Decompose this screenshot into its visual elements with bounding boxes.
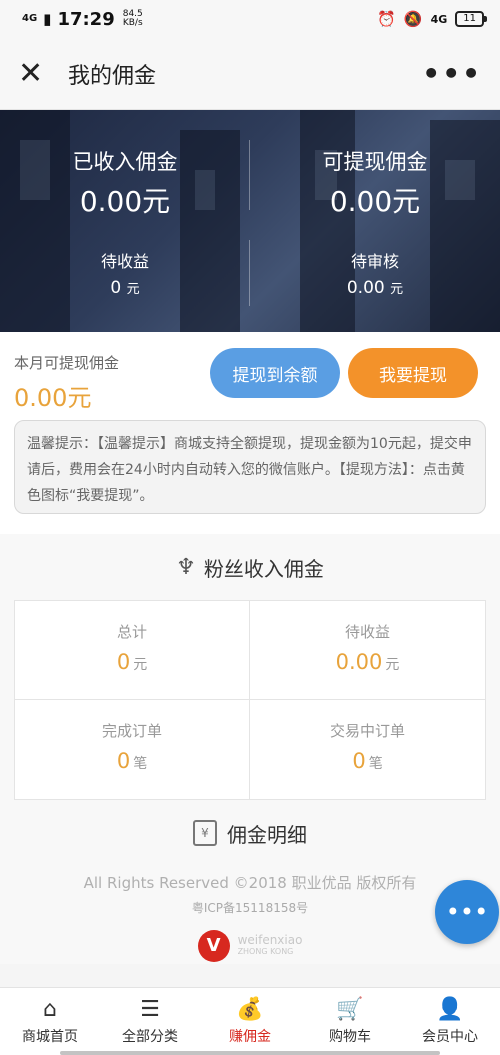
money-bag-icon: 💰 xyxy=(236,997,264,1022)
mute-icon: 🔕 xyxy=(403,10,423,28)
tab-earn-commission[interactable]: 💰 赚佣金 xyxy=(200,988,300,1055)
network-indicator: 4G xyxy=(22,13,38,24)
commission-summary-banner: 已收入佣金 0.00元 可提现佣金 0.00元 待收益 0 元 待审核 0.00… xyxy=(0,110,500,332)
fans-commission-section: ♆ 粉丝收入佣金 总计 0元 待收益 0.00 元 完成订单 0笔 交易中订单 0… xyxy=(0,534,500,964)
stat-label: 总计 xyxy=(116,623,147,641)
more-icon[interactable]: ••• xyxy=(422,57,482,90)
fans-section-title: 粉丝收入佣金 xyxy=(203,556,324,581)
page-title: 我的佣金 xyxy=(68,63,157,89)
stat-pending-income: 待收益 0.00 元 xyxy=(250,601,485,700)
withdraw-panel: 本月可提现佣金 0.00元 提现到余额 我要提现 xyxy=(0,332,500,420)
alarm-icon: ⏰ xyxy=(377,10,396,28)
list-icon: ☰ xyxy=(140,997,160,1022)
brand-v-icon: V xyxy=(197,930,230,962)
withdrawable-commission-label: 可提现佣金 xyxy=(322,150,428,174)
monthly-withdrawable-label: 本月可提现佣金 xyxy=(14,354,120,372)
battery-icon: 11 xyxy=(455,11,487,27)
pending-income-value: 0 元 xyxy=(110,278,140,298)
status-bar: 4G ▮ 17:29 84.5 KB/s ⏰ 🔕 4G 11 xyxy=(0,0,500,38)
fans-section-header: ♆ 粉丝收入佣金 xyxy=(0,534,500,600)
tab-label: 商城首页 xyxy=(22,1029,78,1045)
notice-container: 温馨提示：【温馨提示】商城支持全额提现，提现金额为10元起，提交申请后，费用会在… xyxy=(0,420,500,534)
tab-label: 购物车 xyxy=(329,1029,371,1045)
stat-value: 0元 xyxy=(116,650,148,674)
tab-home[interactable]: ⌂ 商城首页 xyxy=(0,988,100,1055)
tab-cart[interactable]: 🛒 购物车 xyxy=(300,988,400,1055)
home-icon: ⌂ xyxy=(43,997,57,1022)
commission-detail-link[interactable]: ¥ 佣金明细 xyxy=(0,800,500,866)
copyright-text: All Rights Reserved ©2018 职业优品 版权所有 xyxy=(83,874,417,892)
tab-label: 赚佣金 xyxy=(229,1029,271,1045)
cart-icon: 🛒 xyxy=(336,997,364,1022)
stat-total: 总计 0元 xyxy=(15,601,250,700)
tab-label: 会员中心 xyxy=(422,1029,478,1045)
pending-income-label: 待收益 xyxy=(100,252,149,271)
network-speed: 84.5 KB/s xyxy=(123,10,143,28)
brand-logo-text: weifenxiao ZHONG KONG xyxy=(237,933,303,956)
ledger-icon: ¥ xyxy=(193,820,217,846)
withdrawable-commission-value: 0.00元 xyxy=(329,185,421,218)
withdraw-button[interactable]: 我要提现 xyxy=(348,348,478,398)
close-icon[interactable]: ✕ xyxy=(18,56,58,91)
signal-icon: ▮ xyxy=(43,10,52,28)
stat-completed-orders: 完成订单 0笔 xyxy=(15,700,250,799)
stat-label: 完成订单 xyxy=(101,722,162,740)
home-indicator xyxy=(60,1051,440,1055)
withdraw-to-balance-button[interactable]: 提现到余额 xyxy=(210,348,340,398)
stat-value: 0.00 元 xyxy=(335,650,400,674)
clock: 17:29 xyxy=(57,8,115,30)
pending-review-label: 待审核 xyxy=(350,252,399,271)
chat-bubble-icon[interactable]: ••• xyxy=(435,880,499,944)
user-icon: 👤 xyxy=(436,997,464,1022)
stat-value: 0笔 xyxy=(116,749,148,773)
tab-label: 全部分类 xyxy=(122,1029,178,1045)
pending-review-value: 0.00 元 xyxy=(346,278,404,298)
title-bar: ✕ 我的佣金 ••• xyxy=(0,38,500,110)
received-commission-value: 0.00元 xyxy=(79,185,171,218)
stat-label: 交易中订单 xyxy=(329,722,405,740)
network-tree-icon: ♆ xyxy=(176,554,196,580)
commission-detail-title: 佣金明细 xyxy=(227,822,307,847)
footer: All Rights Reserved ©2018 职业优品 版权所有 粤ICP… xyxy=(0,866,500,964)
stat-orders-in-progress: 交易中订单 0笔 xyxy=(250,700,485,799)
withdraw-notice: 温馨提示：【温馨提示】商城支持全额提现，提现金额为10元起，提交申请后，费用会在… xyxy=(14,420,486,514)
tab-member-center[interactable]: 👤 会员中心 xyxy=(400,988,500,1055)
bottom-tab-bar: ⌂ 商城首页 ☰ 全部分类 💰 赚佣金 🛒 购物车 👤 会员中心 xyxy=(0,987,500,1055)
fans-stats-grid: 总计 0元 待收益 0.00 元 完成订单 0笔 交易中订单 0笔 xyxy=(14,600,486,800)
stat-label: 待收益 xyxy=(344,623,390,641)
received-commission-label: 已收入佣金 xyxy=(72,150,178,174)
tab-categories[interactable]: ☰ 全部分类 xyxy=(100,988,200,1055)
monthly-withdrawable-value: 0.00元 xyxy=(14,384,92,412)
speed-unit: KB/s xyxy=(122,18,143,28)
stat-value: 0笔 xyxy=(352,749,383,773)
network-right: 4G xyxy=(430,12,448,26)
brand-logo: V weifenxiao ZHONG KONG xyxy=(0,928,500,964)
icp-number: 粤ICP备15118158号 xyxy=(191,901,309,915)
